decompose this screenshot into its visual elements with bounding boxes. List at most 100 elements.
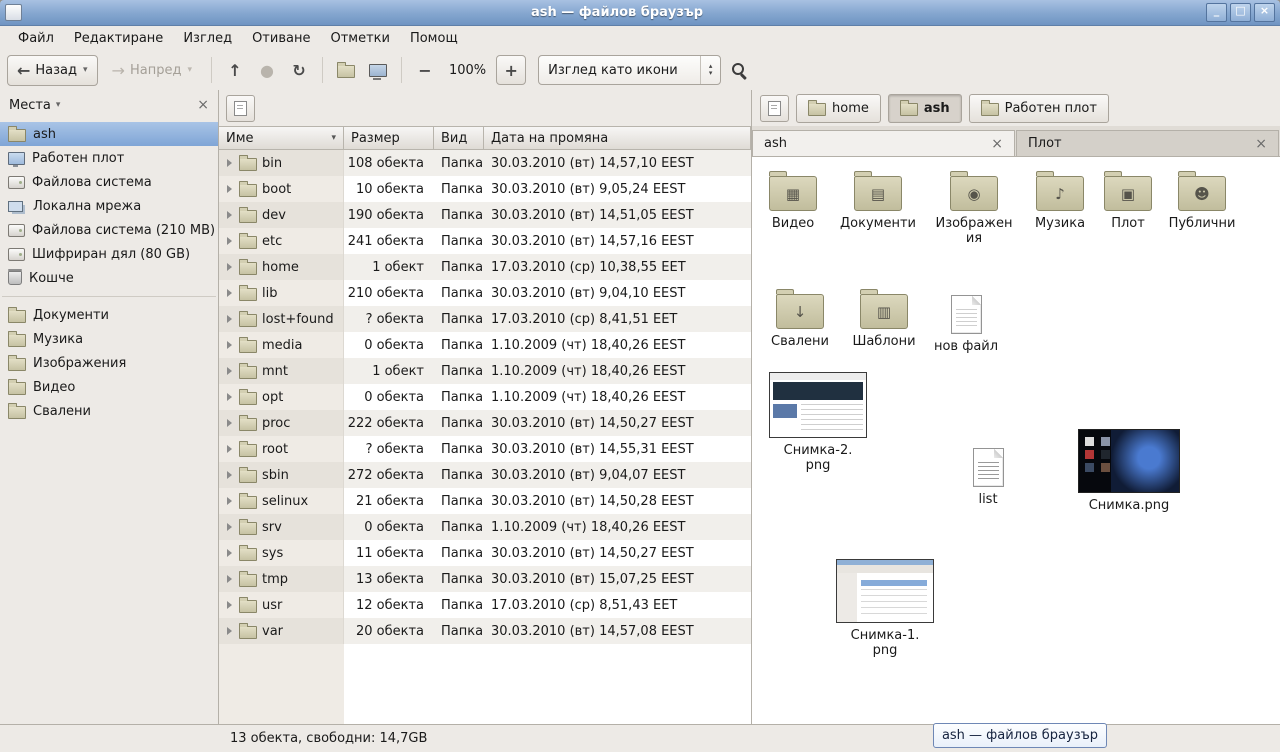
- maximize-button[interactable]: □: [1230, 3, 1251, 22]
- path-button[interactable]: Работен плот: [969, 94, 1109, 123]
- expander-icon[interactable]: [227, 237, 232, 245]
- icon-item[interactable]: list: [952, 442, 1024, 507]
- expander-icon[interactable]: [227, 575, 232, 583]
- icon-item[interactable]: ↓ Свалени: [762, 285, 838, 349]
- column-header-name[interactable]: Име ▾: [219, 126, 344, 150]
- expander-icon[interactable]: [227, 523, 232, 531]
- reload-button[interactable]: ↻: [285, 56, 313, 84]
- table-row[interactable]: root ? обекта Папка 30.03.2010 (вт) 14,5…: [219, 436, 751, 462]
- location-toggle-button[interactable]: [760, 95, 789, 122]
- table-row[interactable]: proc 222 обекта Папка 30.03.2010 (вт) 14…: [219, 410, 751, 436]
- table-row[interactable]: bin 108 обекта Папка 30.03.2010 (вт) 14,…: [219, 150, 751, 176]
- icon-item[interactable]: ◉ Изображен ия: [932, 167, 1016, 246]
- table-row[interactable]: dev 190 обекта Папка 30.03.2010 (вт) 14,…: [219, 202, 751, 228]
- tab-close-icon[interactable]: ×: [991, 136, 1003, 152]
- back-button[interactable]: ← Назад ▾: [7, 55, 98, 86]
- stop-button[interactable]: ●: [253, 56, 281, 84]
- icon-view-canvas[interactable]: ▦ Видео ▤ Документи ◉ Изображен ия ♪ Муз…: [752, 157, 1280, 725]
- menu-item[interactable]: Редактиране: [64, 29, 173, 48]
- menu-item[interactable]: Файл: [8, 29, 64, 48]
- icon-item[interactable]: ▥ Шаблони: [846, 285, 922, 349]
- sidebar-item[interactable]: Документи: [0, 303, 218, 327]
- minimize-button[interactable]: _: [1206, 3, 1227, 22]
- expander-icon[interactable]: [227, 393, 232, 401]
- table-row[interactable]: mnt 1 обект Папка 1.10.2009 (чт) 18,40,2…: [219, 358, 751, 384]
- table-row[interactable]: etc 241 обекта Папка 30.03.2010 (вт) 14,…: [219, 228, 751, 254]
- expander-icon[interactable]: [227, 549, 232, 557]
- expander-icon[interactable]: [227, 159, 232, 167]
- icon-item[interactable]: ♪ Музика: [1024, 167, 1096, 231]
- sidebar-title-caret-icon[interactable]: ▾: [56, 100, 61, 110]
- expander-icon[interactable]: [227, 471, 232, 479]
- sidebar-item[interactable]: Изображения: [0, 351, 218, 375]
- icon-item[interactable]: ▦ Видео: [755, 167, 831, 231]
- expander-icon[interactable]: [227, 341, 232, 349]
- column-header-date[interactable]: Дата на промяна: [484, 126, 751, 150]
- expander-icon[interactable]: [227, 263, 232, 271]
- table-row[interactable]: lib 210 обекта Папка 30.03.2010 (вт) 9,0…: [219, 280, 751, 306]
- table-row[interactable]: usr 12 обекта Папка 17.03.2010 (ср) 8,51…: [219, 592, 751, 618]
- sidebar-item[interactable]: Свалени: [0, 399, 218, 423]
- sidebar-item[interactable]: Шифриран дял (80 GB): [0, 242, 218, 266]
- search-button[interactable]: [725, 56, 753, 84]
- tab-close-icon[interactable]: ×: [1255, 136, 1267, 152]
- menu-item[interactable]: Отиване: [242, 29, 320, 48]
- table-row[interactable]: home 1 обект Папка 17.03.2010 (ср) 10,38…: [219, 254, 751, 280]
- expander-icon[interactable]: [227, 419, 232, 427]
- menu-item[interactable]: Изглед: [173, 29, 242, 48]
- sidebar-item[interactable]: Локална мрежа: [0, 194, 218, 218]
- computer-button[interactable]: [364, 56, 392, 84]
- close-button[interactable]: ×: [1254, 3, 1275, 22]
- sidebar-item[interactable]: Работен плот: [0, 146, 218, 170]
- menu-item[interactable]: Помощ: [400, 29, 468, 48]
- column-header-size[interactable]: Размер: [344, 126, 434, 150]
- table-row[interactable]: var 20 обекта Папка 30.03.2010 (вт) 14,5…: [219, 618, 751, 644]
- menu-item[interactable]: Отметки: [320, 29, 399, 48]
- tab[interactable]: Плот ×: [1016, 130, 1279, 156]
- icon-item[interactable]: ☻ Публични: [1164, 167, 1240, 231]
- table-row[interactable]: sys 11 обекта Папка 30.03.2010 (вт) 14,5…: [219, 540, 751, 566]
- sidebar-title[interactable]: Места: [9, 98, 51, 113]
- tab[interactable]: ash ×: [752, 130, 1015, 156]
- sidebar-close-icon[interactable]: ×: [197, 97, 209, 113]
- column-header-type[interactable]: Вид: [434, 126, 484, 150]
- sidebar-item[interactable]: Видео: [0, 375, 218, 399]
- expander-icon[interactable]: [227, 367, 232, 375]
- sidebar-item[interactable]: Музика: [0, 327, 218, 351]
- expander-icon[interactable]: [227, 289, 232, 297]
- sidebar-item[interactable]: Файлова система (210 MB): [0, 218, 218, 242]
- table-row[interactable]: srv 0 обекта Папка 1.10.2009 (чт) 18,40,…: [219, 514, 751, 540]
- zoom-out-button[interactable]: −: [411, 56, 439, 84]
- table-row[interactable]: media 0 обекта Папка 1.10.2009 (чт) 18,4…: [219, 332, 751, 358]
- expander-icon[interactable]: [227, 315, 232, 323]
- location-toggle-button[interactable]: [226, 95, 255, 122]
- icon-item[interactable]: Снимка-2. png: [764, 372, 872, 473]
- table-row[interactable]: selinux 21 обекта Папка 30.03.2010 (вт) …: [219, 488, 751, 514]
- view-mode-select[interactable]: Изглед като икони ▴▾: [538, 55, 721, 85]
- table-row[interactable]: sbin 272 обекта Папка 30.03.2010 (вт) 9,…: [219, 462, 751, 488]
- path-button[interactable]: home: [796, 94, 881, 123]
- titlebar[interactable]: ash — файлов браузър _ □ ×: [0, 0, 1280, 26]
- sidebar-item[interactable]: Файлова система: [0, 170, 218, 194]
- back-history-caret-icon[interactable]: ▾: [83, 65, 88, 75]
- table-row[interactable]: tmp 13 обекта Папка 30.03.2010 (вт) 15,0…: [219, 566, 751, 592]
- expander-icon[interactable]: [227, 445, 232, 453]
- icon-item[interactable]: Снимка.png: [1074, 429, 1184, 513]
- icon-item[interactable]: нов файл: [930, 289, 1002, 354]
- expander-icon[interactable]: [227, 627, 232, 635]
- icon-item[interactable]: Снимка-1. png: [830, 559, 940, 658]
- sidebar-item[interactable]: ash: [0, 122, 218, 146]
- home-button[interactable]: [332, 56, 360, 84]
- taskbar-window-button[interactable]: ash — файлов браузър: [933, 723, 1107, 748]
- zoom-in-button[interactable]: +: [496, 55, 526, 85]
- sidebar-item[interactable]: Кошче: [0, 266, 218, 290]
- expander-icon[interactable]: [227, 211, 232, 219]
- icon-item[interactable]: ▤ Документи: [836, 167, 920, 231]
- expander-icon[interactable]: [227, 601, 232, 609]
- table-row[interactable]: boot 10 обекта Папка 30.03.2010 (вт) 9,0…: [219, 176, 751, 202]
- expander-icon[interactable]: [227, 497, 232, 505]
- forward-button[interactable]: → Напред ▾: [102, 55, 202, 86]
- table-row[interactable]: opt 0 обекта Папка 1.10.2009 (чт) 18,40,…: [219, 384, 751, 410]
- up-button[interactable]: ↑: [221, 56, 249, 84]
- table-row[interactable]: lost+found ? обекта Папка 17.03.2010 (ср…: [219, 306, 751, 332]
